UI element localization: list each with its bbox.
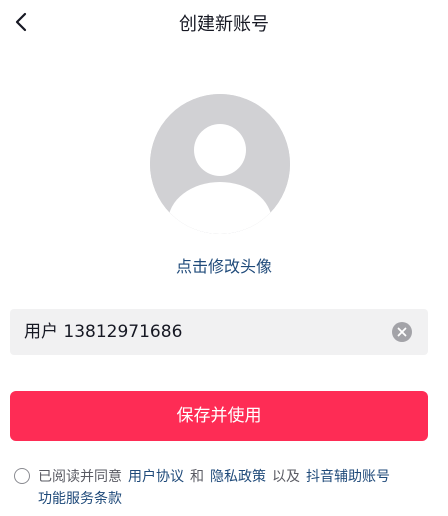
header: 创建新账号: [0, 0, 448, 44]
privacy-policy-link[interactable]: 隐私政策: [210, 469, 266, 485]
user-agreement-link[interactable]: 用户协议: [128, 469, 184, 485]
aux-account-terms-link[interactable]: 抖音辅助账号: [306, 469, 390, 485]
agreement-and: 和: [190, 469, 204, 485]
clear-button[interactable]: [392, 322, 412, 342]
change-avatar-link[interactable]: 点击修改头像: [0, 253, 448, 277]
agreement-prefix: 已阅读并同意: [38, 469, 122, 485]
page-title: 创建新账号: [179, 14, 269, 35]
agreement-checkbox[interactable]: [14, 468, 30, 484]
clear-icon: [397, 327, 407, 337]
avatar[interactable]: [150, 94, 290, 234]
aux-account-terms-link-cont[interactable]: 功能服务条款: [38, 491, 122, 507]
default-avatar-icon: [150, 94, 290, 234]
username-field[interactable]: 用户 13812971686: [10, 309, 428, 355]
username-value[interactable]: 用户 13812971686: [24, 309, 182, 355]
agreement-line-1: 已阅读并同意 用户协议和隐私政策 以及 抖音辅助账号: [38, 466, 390, 488]
agreement-line-2: 功能服务条款: [38, 488, 122, 510]
save-and-use-button[interactable]: 保存并使用: [10, 391, 428, 441]
agreement-also: 以及: [272, 469, 300, 485]
